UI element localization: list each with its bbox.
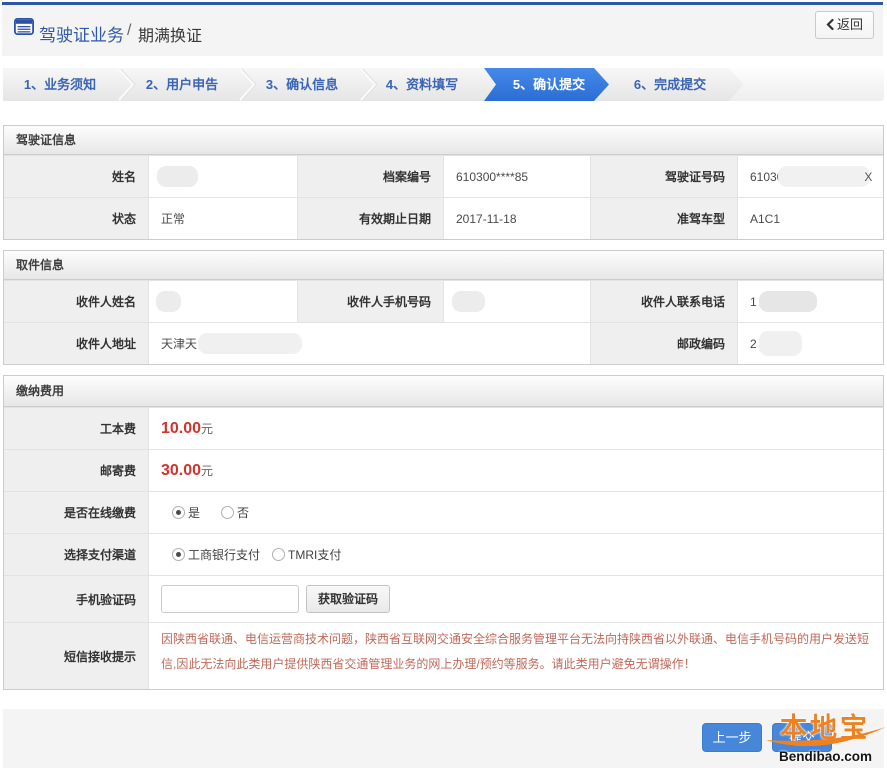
svg-text:4、资料填写: 4、资料填写 — [386, 77, 458, 92]
svg-text:2、用户申告: 2、用户申告 — [146, 77, 218, 92]
svg-text:3、确认信息: 3、确认信息 — [266, 77, 338, 92]
svg-text:5、确认提交: 5、确认提交 — [513, 77, 585, 92]
svg-text:1、业务须知: 1、业务须知 — [24, 77, 96, 92]
svg-text:6、完成提交: 6、完成提交 — [634, 77, 706, 92]
